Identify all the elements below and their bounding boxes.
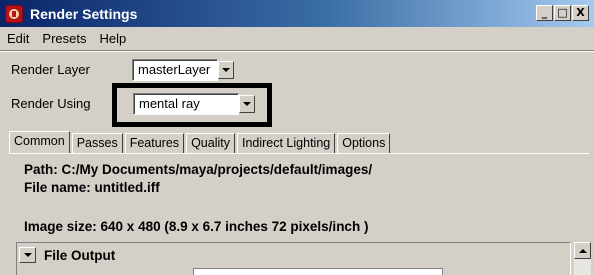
highlight-annotation-box: [112, 83, 272, 127]
render-using-label: Render Using: [11, 96, 91, 111]
vertical-scrollbar[interactable]: [574, 242, 591, 275]
window-title: Render Settings: [30, 5, 138, 22]
image-size: Image size: 640 x 480 (8.9 x 6.7 inches …: [24, 219, 369, 234]
tab-common[interactable]: Common: [9, 131, 70, 154]
scroll-up-icon[interactable]: [574, 242, 591, 259]
title-bar[interactable]: Render Settings _ □ X: [0, 0, 594, 27]
tab-features[interactable]: Features: [124, 133, 185, 154]
menu-edit[interactable]: Edit: [7, 31, 29, 46]
close-button[interactable]: X: [572, 5, 589, 21]
render-layer-label: Render Layer: [11, 62, 90, 77]
image-file-name: File name: untitled.iff: [24, 180, 160, 195]
tab-options[interactable]: Options: [337, 133, 391, 154]
file-output-field[interactable]: [193, 268, 443, 275]
maya-app-icon[interactable]: [5, 4, 23, 23]
menu-help[interactable]: Help: [99, 31, 126, 46]
tab-panel-border: [9, 153, 589, 154]
maximize-button[interactable]: □: [554, 5, 571, 21]
render-layer-value[interactable]: masterLayer: [132, 59, 218, 81]
tab-passes[interactable]: Passes: [71, 133, 123, 154]
minimize-button[interactable]: _: [536, 5, 553, 21]
file-output-section: File Output: [16, 242, 571, 275]
chevron-down-icon[interactable]: [218, 61, 234, 79]
menu-divider: [0, 50, 594, 52]
file-output-header[interactable]: File Output: [19, 247, 115, 263]
menu-presets[interactable]: Presets: [42, 31, 86, 46]
tab-quality[interactable]: Quality: [186, 133, 235, 154]
render-layer-dropdown[interactable]: masterLayer: [132, 58, 234, 82]
image-path: Path: C:/My Documents/maya/projects/defa…: [24, 162, 373, 177]
menu-bar: Edit Presets Help: [0, 27, 594, 49]
collapse-triangle-icon[interactable]: [19, 247, 36, 263]
tab-indirect-lighting[interactable]: Indirect Lighting: [236, 133, 336, 154]
tab-bar: Common Passes Features Quality Indirect …: [9, 131, 392, 154]
window-controls: _ □ X: [535, 5, 589, 21]
file-output-title: File Output: [44, 247, 116, 263]
